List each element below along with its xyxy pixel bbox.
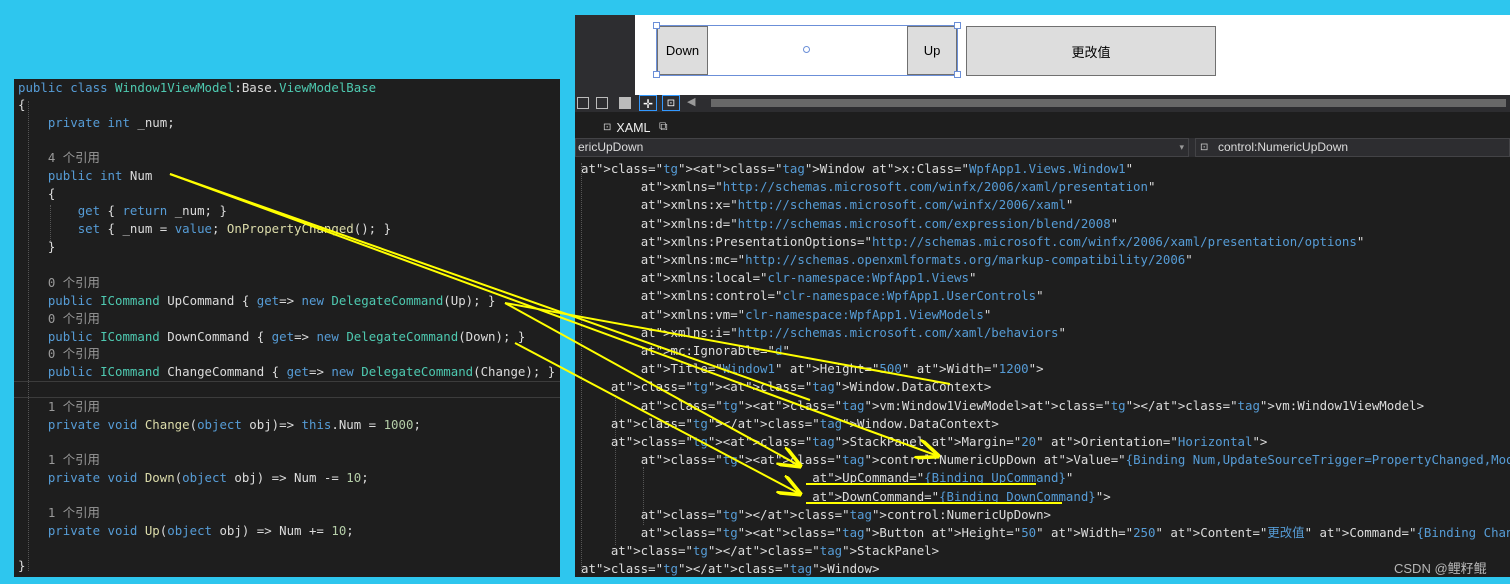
arrow-downcommand: [514, 342, 800, 494]
annotation-overlay: [169, 173, 1062, 504]
arrow-num-to-binding: [169, 173, 938, 456]
arrow-num-to-datacontext: [169, 173, 811, 401]
watermark: CSDN @鲤籽鲲: [1394, 561, 1487, 576]
arrow-upcommand: [504, 302, 800, 466]
